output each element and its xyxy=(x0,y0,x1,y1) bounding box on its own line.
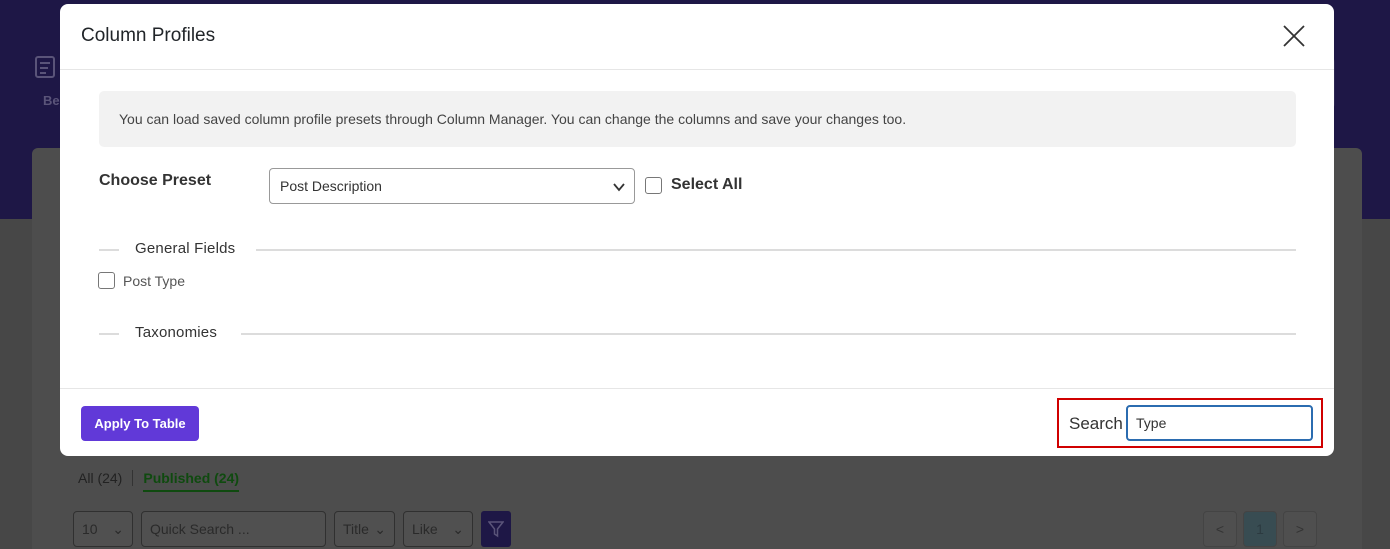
table-edit-icon xyxy=(35,56,55,78)
field-post-type[interactable]: Post Type xyxy=(98,272,185,289)
chevron-down-icon xyxy=(613,183,625,192)
field-select[interactable]: Title ⌄ xyxy=(334,511,395,547)
per-page-value: 10 xyxy=(82,521,98,537)
modal-footer: Apply To Table Search xyxy=(60,388,1334,456)
table-controls: 10 ⌄ Quick Search ... Title ⌄ Like ⌄ xyxy=(73,511,511,547)
section-divider-line xyxy=(99,249,119,251)
section-taxonomies: Taxonomies xyxy=(99,324,1296,343)
section-general-fields: General Fields xyxy=(99,240,1296,259)
search-label: Search xyxy=(1069,414,1123,433)
chevron-down-icon: ⌄ xyxy=(112,520,124,537)
select-all-toggle[interactable]: Select All xyxy=(645,176,742,194)
modal-title: Column Profiles xyxy=(81,25,216,46)
tab-published[interactable]: Published (24) xyxy=(143,470,240,492)
operator-select-value: Like xyxy=(412,521,438,537)
quick-search-input[interactable]: Quick Search ... xyxy=(141,511,326,547)
pagination: < 1 > xyxy=(1203,511,1317,547)
preset-select[interactable]: Post Description xyxy=(269,168,635,204)
section-divider-line xyxy=(241,333,1296,335)
choose-preset-label: Choose Preset xyxy=(99,172,212,189)
chevron-down-icon: ⌄ xyxy=(452,520,464,537)
modal-header: Column Profiles xyxy=(60,4,1334,70)
search-highlight-box: Search xyxy=(1057,398,1323,448)
search-input[interactable] xyxy=(1126,405,1313,441)
preset-select-value: Post Description xyxy=(280,178,382,194)
pagination-prev[interactable]: < xyxy=(1203,511,1237,547)
column-profiles-modal: Column Profiles You can load saved colum… xyxy=(60,4,1334,456)
select-all-checkbox[interactable] xyxy=(645,176,662,194)
status-tabs: All (24) Published (24) xyxy=(78,470,240,492)
tab-separator xyxy=(132,470,134,486)
info-notice: You can load saved column profile preset… xyxy=(99,91,1296,147)
quick-search-placeholder: Quick Search ... xyxy=(150,521,250,537)
section-divider-line xyxy=(99,333,119,335)
tab-all[interactable]: All (24) xyxy=(78,470,122,492)
select-all-label: Select All xyxy=(671,176,743,193)
chevron-down-icon: ⌄ xyxy=(374,520,386,537)
apply-to-table-button[interactable]: Apply To Table xyxy=(81,406,199,441)
field-checkbox[interactable] xyxy=(98,272,115,289)
pagination-current[interactable]: 1 xyxy=(1243,511,1277,547)
per-page-select[interactable]: 10 ⌄ xyxy=(73,511,133,547)
section-title: Taxonomies xyxy=(135,324,218,341)
pagination-next[interactable]: > xyxy=(1283,511,1317,547)
field-select-value: Title xyxy=(343,521,369,537)
field-label: Post Type xyxy=(123,272,186,289)
section-divider-line xyxy=(256,249,1296,251)
section-title: General Fields xyxy=(135,240,236,257)
filter-button[interactable] xyxy=(481,511,511,547)
app-nav-label: Be xyxy=(43,93,60,108)
filter-icon xyxy=(488,521,504,538)
close-icon[interactable] xyxy=(1281,23,1307,49)
operator-select[interactable]: Like ⌄ xyxy=(403,511,473,547)
